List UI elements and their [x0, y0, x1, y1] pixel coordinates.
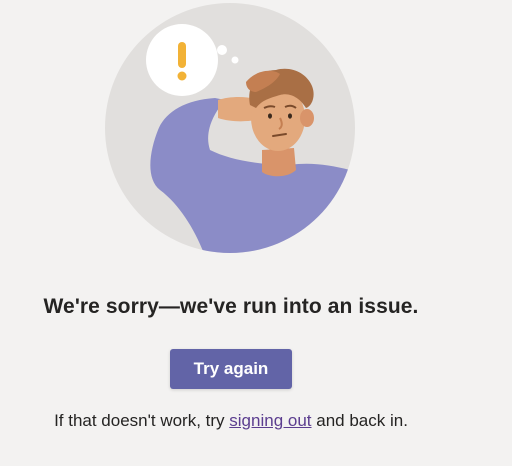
help-text: If that doesn't work, try signing out an… — [0, 411, 462, 431]
error-page: We're sorry—we've run into an issue. Try… — [0, 0, 512, 466]
help-text-suffix: and back in. — [311, 411, 408, 430]
try-again-button[interactable]: Try again — [170, 349, 292, 389]
error-title: We're sorry—we've run into an issue. — [43, 295, 419, 318]
exclamation-icon — [177, 42, 187, 81]
sign-out-link[interactable]: signing out — [229, 411, 311, 430]
help-text-prefix: If that doesn't work, try — [54, 411, 230, 430]
confused-person-illustration — [105, 3, 355, 253]
